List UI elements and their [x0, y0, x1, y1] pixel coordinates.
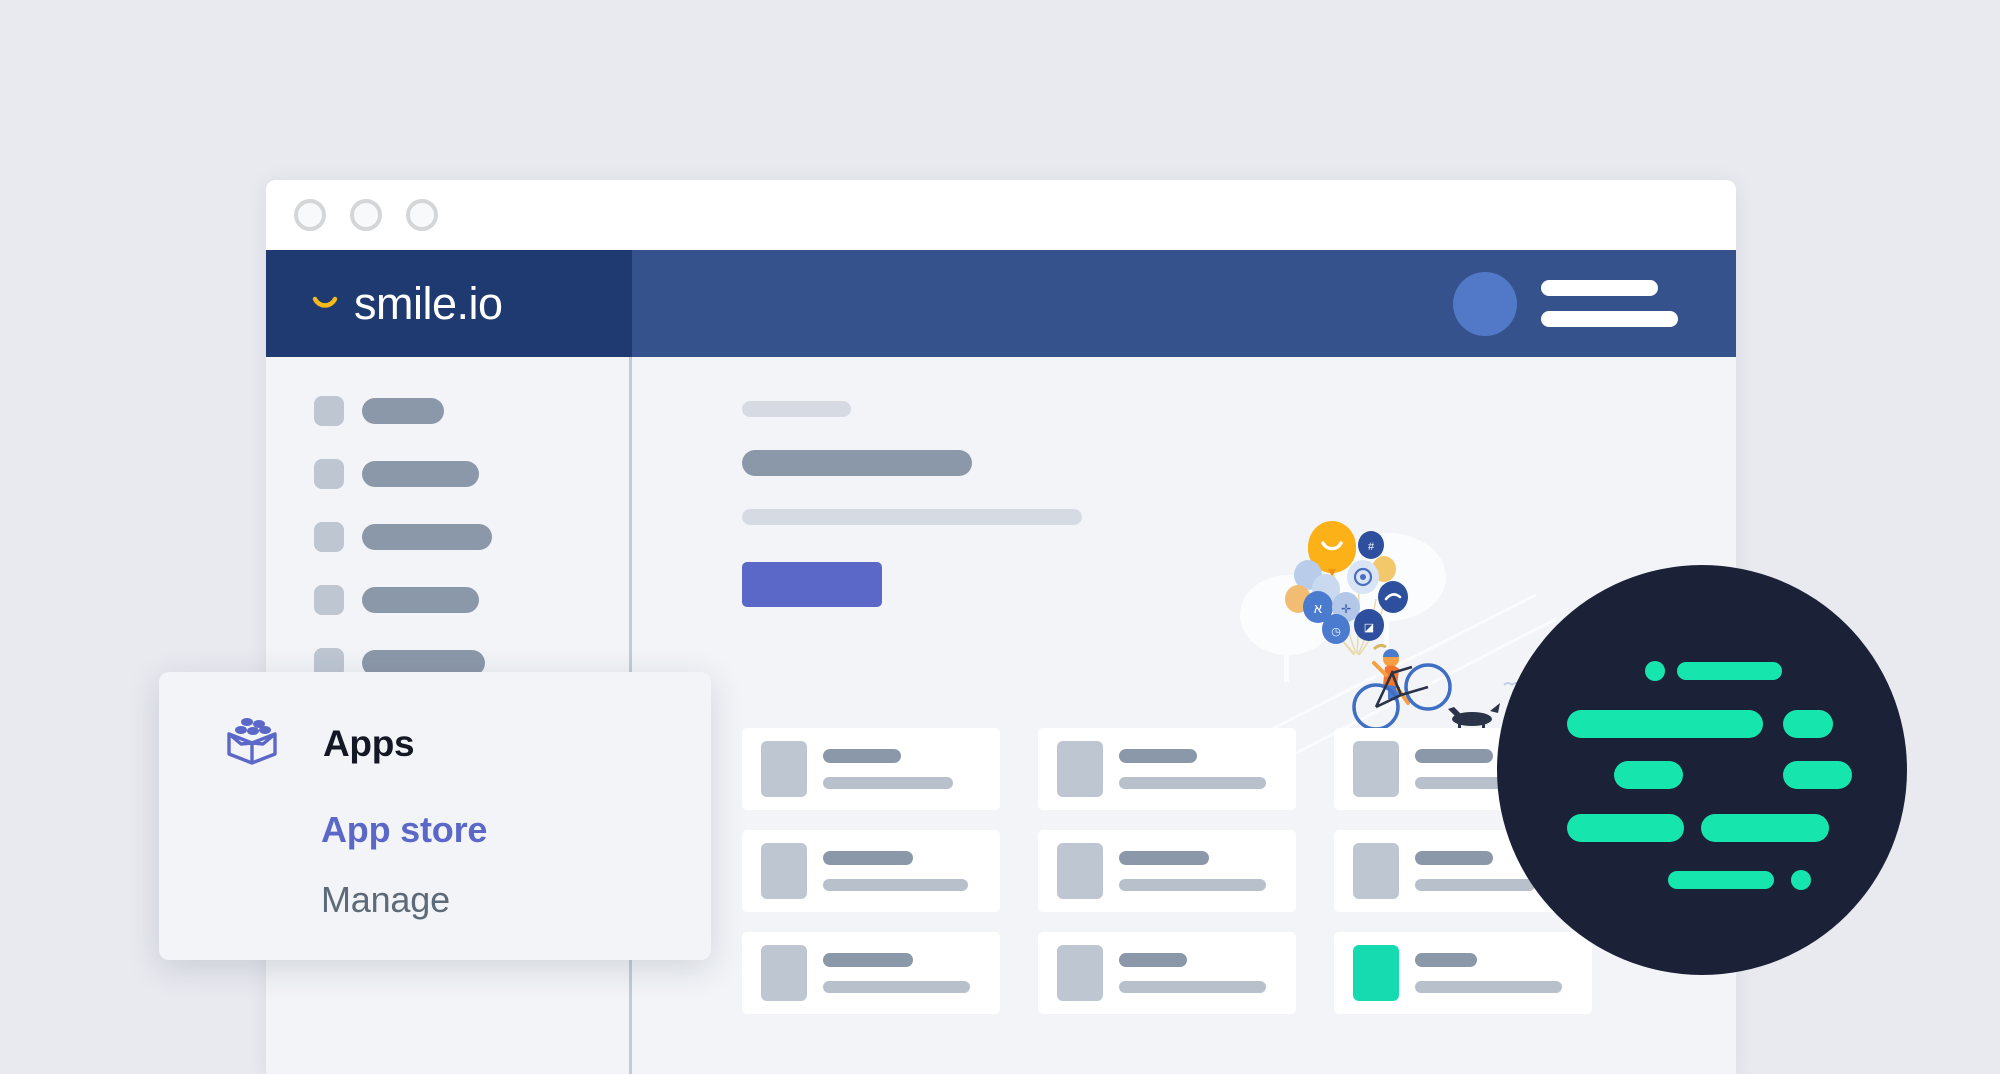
browser-titlebar	[266, 180, 1736, 250]
sidebar-label-4	[362, 587, 479, 613]
badge-bar-2	[1567, 710, 1763, 738]
sidebar-item-3[interactable]	[266, 519, 629, 555]
app-thumbnail-featured	[1353, 945, 1399, 1001]
app-thumbnail	[1057, 843, 1103, 899]
app-thumbnail	[761, 741, 807, 797]
app-card-title-placeholder	[1415, 851, 1493, 865]
menu-bar-1	[1541, 280, 1658, 296]
sidebar-icon-4	[314, 585, 344, 615]
app-thumbnail	[761, 843, 807, 899]
app-card-featured[interactable]	[1334, 932, 1592, 1014]
apps-panel-title: Apps	[323, 722, 415, 764]
sidebar-item-4[interactable]	[266, 582, 629, 618]
app-card[interactable]	[742, 728, 1000, 810]
sidebar-icon-1	[314, 396, 344, 426]
header-right-group	[1453, 271, 1736, 336]
sidebar-icon-3	[314, 522, 344, 552]
svg-text:✛: ✛	[1341, 602, 1351, 616]
app-card-lines	[1119, 749, 1266, 789]
app-card[interactable]	[742, 932, 1000, 1014]
app-card[interactable]	[1038, 932, 1296, 1014]
app-thumbnail	[1057, 741, 1103, 797]
window-controls	[294, 199, 438, 231]
sidebar-icon-2	[314, 459, 344, 489]
app-card-title-placeholder	[1119, 749, 1197, 763]
app-card[interactable]	[1038, 830, 1296, 912]
app-card-title-placeholder	[1415, 953, 1477, 967]
svg-text:◪: ◪	[1364, 622, 1374, 634]
close-dot-icon[interactable]	[294, 199, 326, 231]
brand-logo[interactable]: smile.io	[266, 250, 632, 357]
app-card-lines	[823, 749, 953, 789]
apps-manage-link[interactable]: Manage	[221, 879, 711, 921]
avatar[interactable]	[1453, 271, 1517, 336]
app-card-desc-placeholder	[1119, 879, 1266, 891]
app-card-title-placeholder	[1415, 749, 1493, 763]
badge-bar-6	[1567, 814, 1684, 842]
svg-text:#: #	[1368, 541, 1375, 553]
badge-bar-1	[1677, 662, 1782, 680]
app-card-desc-placeholder	[823, 981, 970, 993]
apps-flyout-panel: Apps App store Manage	[159, 672, 711, 960]
app-card[interactable]	[1038, 728, 1296, 810]
app-card-title-placeholder	[823, 953, 913, 967]
app-card-title-placeholder	[1119, 851, 1209, 865]
screenshot-stage: smile.io # א ✛ ◷ ◪ Apps App store Manage	[0, 0, 2000, 1074]
apps-box-icon	[221, 710, 283, 777]
badge-bar-3	[1783, 710, 1833, 738]
app-card-title-placeholder	[823, 851, 913, 865]
apps-app-store-link[interactable]: App store	[221, 809, 711, 851]
minimize-dot-icon[interactable]	[350, 199, 382, 231]
app-card-title-placeholder	[823, 749, 901, 763]
app-card-desc-placeholder	[1415, 981, 1562, 993]
badge-bar-7	[1701, 814, 1829, 842]
menu-bar-2	[1541, 311, 1678, 327]
sidebar-label-3	[362, 524, 492, 550]
app-card-lines	[1119, 953, 1266, 993]
app-card[interactable]	[742, 830, 1000, 912]
sidebar-label-2	[362, 461, 479, 487]
badge-bar-4	[1614, 761, 1683, 789]
app-card-desc-placeholder	[823, 879, 968, 891]
subtitle-placeholder	[742, 509, 1082, 525]
badge-dot-1	[1645, 661, 1665, 681]
page-title-placeholder	[742, 450, 972, 476]
app-card-lines	[823, 851, 968, 891]
brand-name: smile.io	[354, 278, 503, 329]
sidebar-item-1[interactable]	[266, 393, 629, 429]
dark-logo-badge	[1497, 565, 1907, 975]
eyebrow-placeholder	[742, 401, 851, 417]
app-cards-grid	[742, 728, 1592, 1014]
app-thumbnail	[761, 945, 807, 1001]
app-card-desc-placeholder	[1119, 777, 1266, 789]
badge-dot-2	[1791, 870, 1811, 890]
app-header: smile.io	[266, 250, 1736, 357]
app-card-lines	[1415, 953, 1562, 993]
badge-bar-8	[1668, 871, 1774, 889]
primary-cta-button[interactable]	[742, 562, 882, 607]
app-card-desc-placeholder	[1415, 879, 1535, 891]
smile-arc-icon	[310, 289, 340, 319]
app-card-lines	[1119, 851, 1266, 891]
maximize-dot-icon[interactable]	[406, 199, 438, 231]
sidebar-label-1	[362, 398, 444, 424]
app-card-lines	[823, 953, 970, 993]
header-menu-bars[interactable]	[1541, 280, 1678, 327]
app-thumbnail	[1057, 945, 1103, 1001]
sidebar-item-2[interactable]	[266, 456, 629, 492]
apps-panel-header: Apps	[221, 710, 711, 777]
app-card-title-placeholder	[1119, 953, 1187, 967]
app-thumbnail	[1353, 843, 1399, 899]
app-thumbnail	[1353, 741, 1399, 797]
app-card-desc-placeholder	[823, 777, 953, 789]
badge-bar-5	[1783, 761, 1852, 789]
svg-text:◷: ◷	[1331, 626, 1341, 638]
svg-text:א: א	[1314, 601, 1322, 616]
app-card-desc-placeholder	[1119, 981, 1266, 993]
